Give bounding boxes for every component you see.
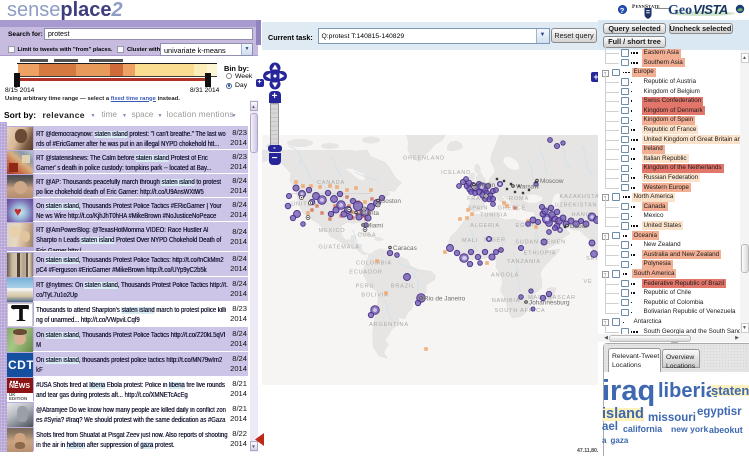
svg-text:Geo: Geo — [668, 3, 692, 18]
svg-text:TUNISIA: TUNISIA — [480, 213, 508, 219]
svg-text:47.11,80.19: 47.11,80.19 — [577, 448, 598, 454]
svg-text:Warsaw: Warsaw — [516, 184, 539, 191]
svg-text:GREENLAND: GREENLAND — [403, 156, 445, 162]
svg-text:ECUADOR: ECUADOR — [349, 270, 383, 276]
svg-text:GUATEMALA: GUATEMALA — [318, 245, 359, 251]
svg-text:Dubai: Dubai — [570, 223, 587, 230]
svg-text:Caracas: Caracas — [393, 245, 417, 252]
svg-text:GREECE: GREECE — [498, 206, 526, 212]
svg-text:MALI: MALI — [462, 238, 478, 244]
svg-text:Moscow: Moscow — [540, 178, 564, 185]
svg-text:SUDAN: SUDAN — [515, 240, 539, 246]
svg-text:PERU: PERU — [356, 284, 375, 290]
svg-text:VE: VE — [583, 279, 592, 285]
svg-text:ROMA: ROMA — [509, 196, 529, 202]
svg-text:Miami: Miami — [366, 223, 383, 230]
svg-text:Boston: Boston — [381, 198, 401, 205]
svg-text:KAZAKHSTAN: KAZAKHSTAN — [560, 194, 598, 200]
svg-text:ANGOLA: ANGOLA — [491, 273, 519, 279]
svg-text:ICELAND: ICELAND — [441, 170, 471, 176]
svg-text:TANZANIA: TANZANIA — [507, 259, 541, 265]
svg-text:CUBA: CUBA — [358, 233, 377, 239]
svg-text:ARGENTINA: ARGENTINA — [369, 322, 409, 328]
svg-text:MEXICO: MEXICO — [319, 228, 346, 234]
svg-text:ALGERIA: ALGERIA — [470, 223, 500, 229]
svg-text:Atlanta: Atlanta — [359, 210, 379, 217]
svg-text:BRAZIL: BRAZIL — [391, 284, 415, 290]
svg-text:Rio de Janeiro: Rio de Janeiro — [424, 296, 466, 303]
svg-text:VISTA: VISTA — [693, 2, 728, 17]
svg-text:NAMIBIA: NAMIBIA — [492, 298, 521, 304]
svg-text:SPAIN: SPAIN — [468, 206, 488, 212]
svg-text:Johannesburg: Johannesburg — [529, 300, 570, 307]
svg-text:COLOMBIA: COLOMBIA — [356, 261, 392, 267]
svg-text:SOUTH AFRICA: SOUTH AFRICA — [495, 308, 546, 314]
svg-text:ETHIOPIA: ETHIOPIA — [524, 251, 557, 257]
svg-text:UZBEKISTAN: UZBEKISTAN — [555, 203, 598, 209]
svg-text:Dublin: Dublin — [477, 182, 496, 189]
